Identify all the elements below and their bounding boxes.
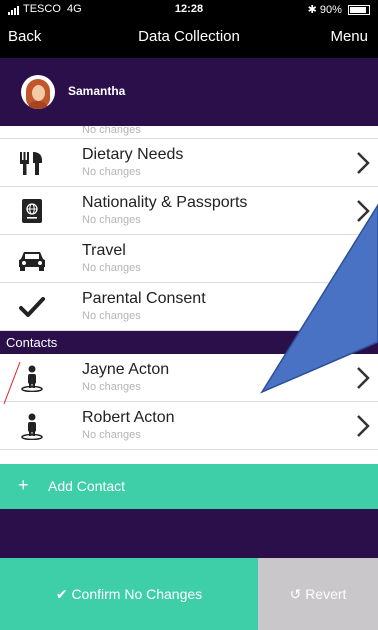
list-item-status: No changes (82, 166, 141, 178)
plus-icon: + (18, 475, 29, 495)
revert-label: Revert (305, 586, 347, 602)
list-item-dietary-needs[interactable]: Dietary Needs No changes (0, 139, 378, 187)
person-icon (21, 365, 43, 392)
contact-item-jayne-acton[interactable]: Jayne Acton No changes (0, 354, 378, 402)
chevron-right-icon (357, 367, 370, 389)
nav-bar: Back Data Collection Menu (0, 18, 378, 58)
list-item-nationality-passports[interactable]: Nationality & Passports No changes (0, 187, 378, 235)
list-item-label: Robert Acton (82, 409, 175, 426)
battery-status: ✱ 90% (308, 3, 370, 16)
user-name: Samantha (68, 84, 126, 98)
person-icon (21, 413, 43, 440)
list-item-status: No changes (82, 310, 141, 322)
list-item-status: No changes (82, 126, 141, 136)
battery-icon (348, 5, 370, 16)
list-item-travel[interactable]: Travel No changes (0, 235, 378, 283)
contact-item-robert-acton[interactable]: Robert Acton No changes (0, 402, 378, 450)
list-item-status: No changes (82, 214, 141, 226)
menu-button[interactable]: Menu (330, 28, 368, 45)
list-item-label: Jayne Acton (82, 361, 170, 378)
user-header: Samantha (0, 58, 378, 126)
check-icon: ✔ (55, 586, 68, 602)
passport-icon (22, 199, 42, 223)
chevron-right-icon (357, 296, 370, 318)
data-list: No changes Dietary Needs No changes Nati… (0, 126, 378, 450)
confirm-label: Confirm No Changes (71, 586, 203, 602)
battery-percent: 90% (319, 4, 342, 16)
confirm-no-changes-button[interactable]: ✔ Confirm No Changes (0, 558, 258, 630)
knife-fork-icon (20, 152, 43, 175)
list-item-label: Dietary Needs (82, 146, 184, 163)
list-item-parental-consent[interactable]: Parental Consent No changes (0, 283, 378, 331)
car-icon (19, 252, 45, 271)
chevron-right-icon (357, 200, 370, 222)
status-bar: TESCO 4G 12:28 ✱ 90% (0, 0, 378, 18)
chevron-right-icon (357, 248, 370, 270)
section-header-contacts: Contacts (0, 331, 378, 354)
checkmark-icon (19, 297, 45, 317)
add-contact-button[interactable]: + Add Contact (0, 464, 378, 509)
page-title: Data Collection (138, 28, 240, 45)
purple-band (0, 509, 378, 558)
list-item-status: No changes (82, 381, 141, 393)
revert-button[interactable]: ↺ Revert (258, 558, 378, 630)
chevron-right-icon (357, 415, 370, 437)
list-item-status: No changes (82, 429, 141, 441)
list-item-label: Parental Consent (82, 290, 206, 307)
list-item-status: No changes (82, 262, 141, 274)
add-contact-label: Add Contact (48, 478, 126, 494)
list-item-label: Travel (82, 242, 126, 259)
list-item-partial[interactable]: No changes (0, 126, 378, 139)
chevron-right-icon (357, 152, 370, 174)
bluetooth-icon: ✱ (307, 4, 317, 16)
list-item-label: Nationality & Passports (82, 194, 248, 211)
avatar (21, 75, 55, 109)
undo-icon: ↺ (289, 586, 302, 602)
